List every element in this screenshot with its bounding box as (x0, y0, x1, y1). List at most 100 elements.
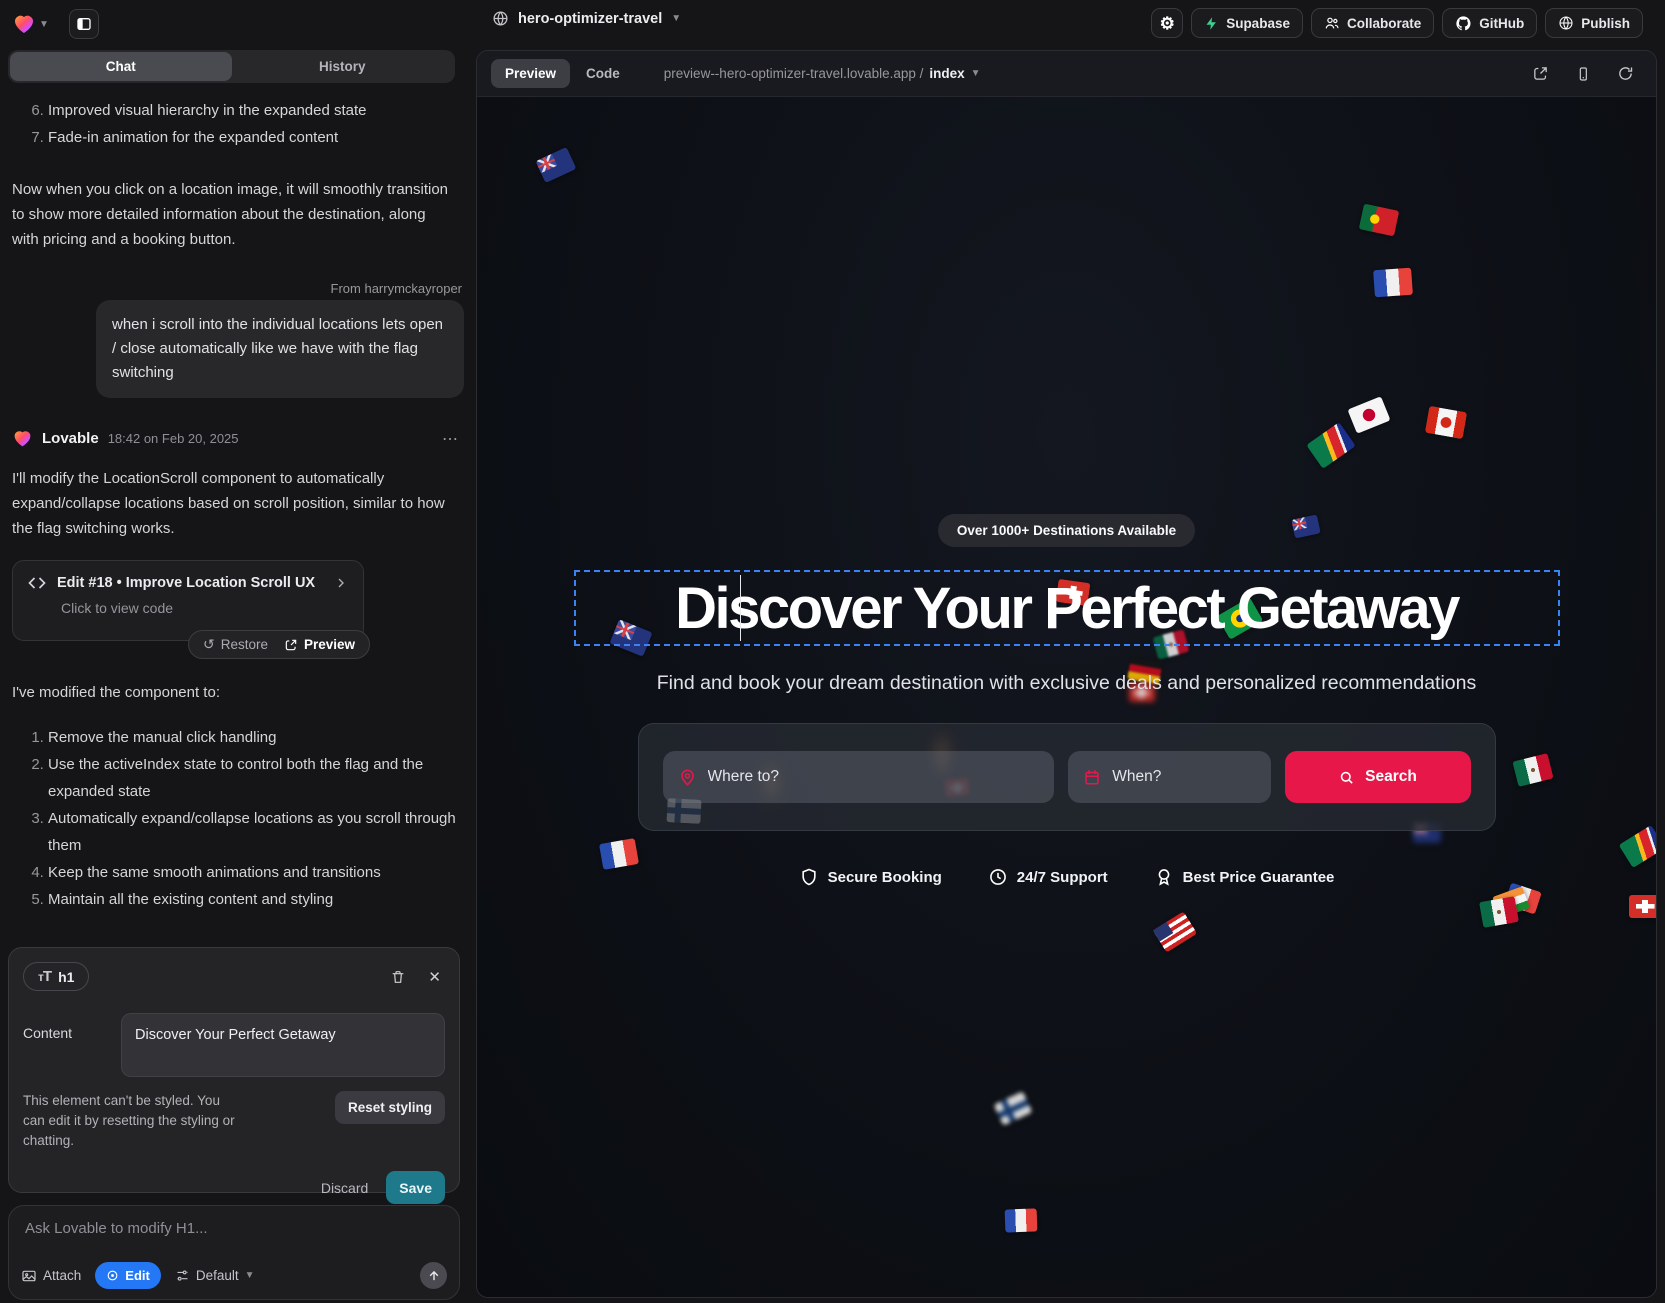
refresh-icon (1617, 65, 1634, 82)
when-field[interactable] (1068, 751, 1270, 803)
tab-history[interactable]: History (232, 52, 454, 81)
search-icon (1338, 769, 1355, 786)
assistant-paragraph: I'll modify the LocationScroll component… (12, 466, 450, 541)
assistant-change-list-top: Improved visual hierarchy in the expande… (26, 97, 460, 151)
open-in-new-tab-button[interactable] (1532, 65, 1549, 82)
content-field-label: Content (23, 1013, 121, 1077)
hero-section: Over 1000+ Destinations Available Discov… (477, 97, 1656, 1298)
feature-support: 24/7 Support (988, 867, 1108, 887)
tab-preview[interactable]: Preview (491, 59, 570, 88)
app-window: ▼ hero-optimizer-travel ▼ ⚙ (0, 0, 1665, 1303)
tab-chat[interactable]: Chat (10, 52, 232, 81)
version-actions-pill: ↺ Restore Preview (188, 630, 370, 659)
clock-icon (988, 867, 1008, 887)
content-field[interactable]: Discover Your Perfect Getaway (121, 1013, 445, 1077)
hero-heading[interactable]: Discover Your Perfect Getaway (675, 575, 1458, 642)
award-icon (1154, 867, 1174, 887)
preview-pane: Preview Code preview--hero-optimizer-tra… (476, 50, 1657, 1298)
people-icon (1324, 15, 1340, 31)
close-panel-button[interactable]: ✕ (424, 964, 445, 990)
message-menu-icon[interactable]: ⋯ (442, 429, 460, 449)
edit-card-subtitle: Click to view code (61, 600, 349, 616)
attach-button[interactable]: Attach (21, 1268, 81, 1284)
list-item: Fade-in animation for the expanded conte… (48, 124, 460, 151)
edit-card-title: Edit #18 • Improve Location Scroll UX (57, 575, 315, 591)
image-icon (21, 1268, 37, 1284)
feature-secure-booking: Secure Booking (799, 867, 942, 887)
smartphone-icon (1575, 66, 1591, 82)
chevron-down-icon: ▼ (971, 68, 981, 79)
gear-icon: ⚙ (1160, 15, 1175, 32)
message-timestamp: 18:42 on Feb 20, 2025 (108, 431, 239, 446)
element-tag-label: h1 (58, 969, 74, 985)
calendar-icon (1083, 768, 1101, 786)
restore-button[interactable]: ↺ Restore (203, 636, 268, 653)
code-icon (27, 573, 47, 593)
feature-best-price: Best Price Guarantee (1154, 867, 1335, 887)
text-caret (740, 575, 742, 641)
target-icon (106, 1269, 119, 1282)
list-item: Improved visual hierarchy in the expande… (48, 97, 460, 124)
chevron-down-icon: ▼ (671, 13, 681, 24)
search-card: Search (638, 723, 1496, 831)
supabase-button[interactable]: Supabase (1191, 8, 1303, 38)
restore-icon: ↺ (203, 636, 215, 653)
external-link-icon (284, 638, 298, 652)
preview-version-button[interactable]: Preview (284, 637, 355, 652)
globe-icon (492, 10, 509, 27)
supabase-bolt-icon (1204, 16, 1219, 31)
where-input[interactable] (708, 768, 1040, 786)
sidebar-tabs: Chat History (8, 50, 455, 83)
site-canvas: Over 1000+ Destinations Available Discov… (477, 97, 1656, 1298)
user-message-bubble: when i scroll into the individual locati… (96, 300, 464, 398)
reset-styling-button[interactable]: Reset styling (335, 1091, 445, 1124)
globe-icon (1558, 15, 1574, 31)
refresh-button[interactable] (1617, 65, 1634, 82)
tab-code[interactable]: Code (584, 59, 634, 88)
list-item: Remove the manual click handling (48, 724, 460, 751)
from-user-label: From harrymckayroper (331, 281, 462, 296)
assistant-paragraph: I've modified the component to: (12, 680, 450, 705)
styling-note: This element can't be styled. You can ed… (23, 1091, 241, 1151)
preview-url-page: index (929, 66, 964, 81)
github-button[interactable]: GitHub (1442, 8, 1537, 38)
list-item: Automatically expand/collapse locations … (48, 805, 460, 859)
element-editor-panel: тT h1 ✕ Content Discover Your Perfect Ge… (8, 947, 460, 1193)
chat-sidebar: Chat History Improved visual hierarchy i… (0, 0, 476, 1303)
github-icon (1455, 15, 1472, 32)
project-name: hero-optimizer-travel (518, 11, 662, 27)
list-item: Maintain all the existing content and st… (48, 886, 460, 913)
sliders-icon (175, 1268, 190, 1283)
where-field[interactable] (663, 751, 1055, 803)
edit-mode-button[interactable]: Edit (95, 1262, 161, 1289)
chat-prompt-box: Attach Edit Default ▼ (8, 1205, 460, 1300)
text-size-icon: тT (38, 968, 51, 985)
settings-button[interactable]: ⚙ (1151, 8, 1183, 38)
edit-version-card[interactable]: Edit #18 • Improve Location Scroll UX Cl… (12, 560, 364, 641)
list-item: Use the activeIndex state to control bot… (48, 751, 460, 805)
save-button[interactable]: Save (386, 1171, 445, 1204)
feature-list: Secure Booking 24/7 Support Best Price G… (799, 867, 1335, 887)
chevron-down-icon: ▼ (245, 1270, 255, 1281)
send-button[interactable] (420, 1262, 447, 1289)
chat-prompt-input[interactable] (25, 1220, 443, 1237)
mode-selector[interactable]: Default ▼ (175, 1268, 255, 1283)
element-tag-badge[interactable]: тT h1 (23, 962, 89, 991)
list-item: Keep the same smooth animations and tran… (48, 859, 460, 886)
chevron-right-icon (333, 575, 349, 591)
mobile-view-button[interactable] (1575, 66, 1591, 82)
project-switcher[interactable]: hero-optimizer-travel ▼ (492, 10, 681, 27)
h1-selection-outline[interactable]: Discover Your Perfect Getaway (574, 570, 1560, 646)
search-button[interactable]: Search (1285, 751, 1471, 803)
close-icon: ✕ (428, 969, 441, 986)
when-input[interactable] (1112, 768, 1255, 786)
arrow-up-icon (427, 1269, 441, 1283)
collaborate-button[interactable]: Collaborate (1311, 8, 1434, 38)
trash-icon (390, 969, 406, 985)
preview-toolbar: Preview Code preview--hero-optimizer-tra… (477, 51, 1656, 97)
preview-url[interactable]: preview--hero-optimizer-travel.lovable.a… (664, 66, 981, 81)
delete-element-button[interactable] (386, 965, 410, 989)
publish-button[interactable]: Publish (1545, 8, 1643, 38)
discard-button[interactable]: Discard (321, 1180, 368, 1196)
assistant-change-list: Remove the manual click handling Use the… (26, 724, 460, 913)
